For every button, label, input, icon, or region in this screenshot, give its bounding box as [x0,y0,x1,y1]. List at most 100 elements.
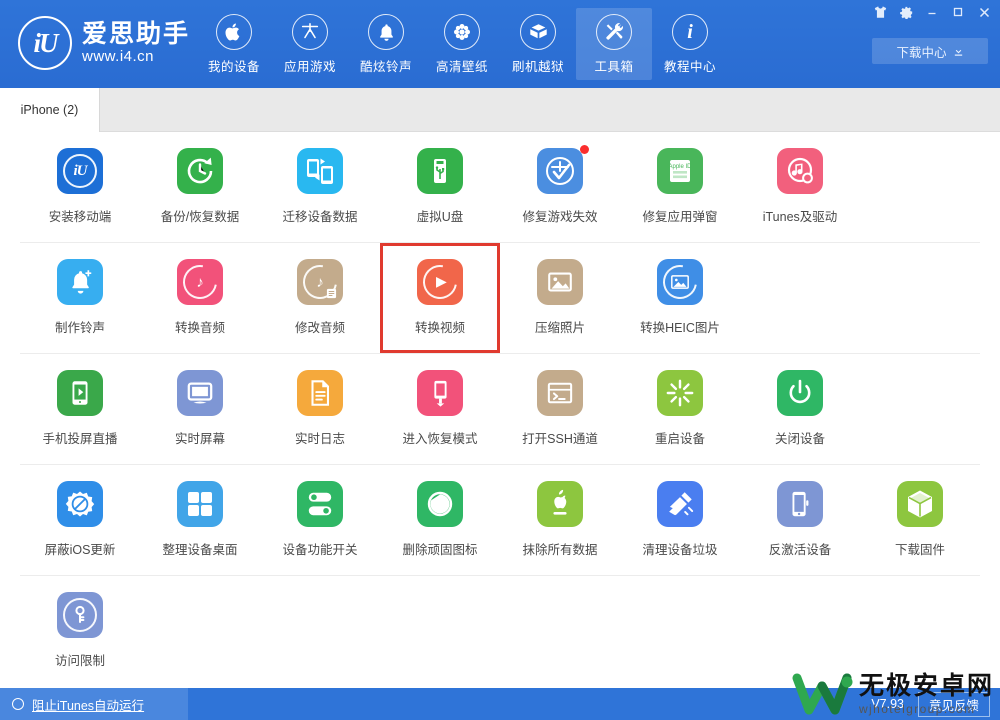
tool-label: 实时屏幕 [174,432,225,446]
status-bar-right: V7.93 意见反馈 [871,691,1000,717]
live-screen-icon [177,370,223,416]
flower-icon [444,14,480,50]
tool-edit-audio[interactable]: ♪ 修改音频 [260,243,380,353]
radio-icon [12,698,24,710]
convert-audio-icon: ♪ [176,258,224,306]
nav-item-my-device[interactable]: 我的设备 [196,8,272,80]
tab-iphone[interactable]: iPhone (2) [0,88,100,132]
nav-item-ringtones[interactable]: 酷炫铃声 [348,8,424,80]
tool-deactivate-device[interactable]: 反激活设备 [740,465,860,575]
tool-label: 抹除所有数据 [522,543,598,557]
tool-label: 访问限制 [54,654,105,668]
tool-install-mobile-client[interactable]: iU 安装移动端 [20,132,140,242]
status-bar: 阻止iTunes自动运行 V7.93 意见反馈 [0,688,1000,720]
appstore-icon [292,14,328,50]
tool-convert-audio[interactable]: ♪ 转换音频 [140,243,260,353]
tool-fix-game-failure[interactable]: 修复游戏失效 [500,132,620,242]
tool-label: 重启设备 [654,432,705,446]
toolbox-row: 访问限制 [20,576,980,686]
deactivate-icon [777,481,823,527]
tool-compress-photo[interactable]: 压缩照片 [500,243,620,353]
tool-open-ssh-tunnel[interactable]: 打开SSH通道 [500,354,620,464]
tool-erase-all-data[interactable]: 抹除所有数据 [500,465,620,575]
block-ios-update-icon [57,481,103,527]
app-logo: iU 爱思助手 www.i4.cn [18,16,190,70]
toolbox-row: 手机投屏直播 实时屏幕 实时日志 进入恢复模式 打开SSH通道 重启设备 关闭设… [20,354,980,465]
minimize-icon[interactable] [922,2,942,22]
tool-clean-device-junk[interactable]: 清理设备垃圾 [620,465,740,575]
tool-enter-recovery-mode[interactable]: 进入恢复模式 [380,354,500,464]
tool-live-screen[interactable]: 实时屏幕 [140,354,260,464]
tool-download-firmware[interactable]: 下载固件 [860,465,980,575]
settings-gear-icon[interactable] [896,2,916,22]
maximize-icon[interactable] [948,2,968,22]
main-navigation: 我的设备 应用游戏 酷炫铃声 高清壁纸 刷机越狱 工具箱 i 教程中心 [196,8,728,80]
tool-label: 反激活设备 [768,543,832,557]
toolbox-grid: iU 安装移动端 备份/恢复数据 迁移设备数据 虚拟U盘 修复游戏失效 Appl… [0,132,1000,688]
nav-item-flash-jailbreak[interactable]: 刷机越狱 [500,8,576,80]
clean-junk-icon [657,481,703,527]
tool-backup-restore[interactable]: 备份/恢复数据 [140,132,260,242]
logo-mark-icon: iU [18,16,72,70]
skin-icon[interactable] [870,2,890,22]
nav-item-apps-games[interactable]: 应用游戏 [272,8,348,80]
tool-block-ios-update[interactable]: 屏蔽iOS更新 [20,465,140,575]
tool-convert-heic[interactable]: 转换HEIC图片 [620,243,740,353]
recovery-mode-icon [417,370,463,416]
nav-label: 我的设备 [207,60,260,74]
tool-virtual-usb-drive[interactable]: 虚拟U盘 [380,132,500,242]
tool-device-feature-toggle[interactable]: 设备功能开关 [260,465,380,575]
tool-migrate-device-data[interactable]: 迁移设备数据 [260,132,380,242]
nav-item-toolbox[interactable]: 工具箱 [576,8,652,80]
restart-device-icon [657,370,703,416]
download-center-button[interactable]: 下载中心 [872,38,988,64]
tool-arrange-desktop[interactable]: 整理设备桌面 [140,465,260,575]
tool-convert-video[interactable]: ▶ 转换视频 [380,243,500,353]
convert-video-icon: ▶ [416,258,464,306]
tool-fix-app-popup[interactable]: Apple ID 修复应用弹窗 [620,132,740,242]
nav-label: 高清壁纸 [435,60,488,74]
tool-label: 下载固件 [894,543,945,557]
nav-item-tutorials[interactable]: i 教程中心 [652,8,728,80]
download-center-label: 下载中心 [896,45,947,60]
bell-icon [368,14,404,50]
toolbox-row: iU 安装移动端 备份/恢复数据 迁移设备数据 虚拟U盘 修复游戏失效 Appl… [20,132,980,243]
tool-label: 打开SSH通道 [522,432,598,446]
feature-toggle-icon [297,481,343,527]
access-restrict-icon [57,592,103,638]
apple-icon [216,14,252,50]
svg-text:Apple ID: Apple ID [668,164,692,170]
tool-label: 整理设备桌面 [162,543,238,557]
tool-label: 清理设备垃圾 [642,543,718,557]
tool-itunes-driver[interactable]: iTunes及驱动 [740,132,860,242]
backup-restore-icon [177,148,223,194]
itunes-driver-icon [777,148,823,194]
arrange-desktop-icon [177,481,223,527]
tool-label: 压缩照片 [534,321,585,335]
nav-label: 酷炫铃声 [359,60,412,74]
tool-access-restriction[interactable]: 访问限制 [20,576,140,686]
tool-label: 修复应用弹窗 [642,210,718,224]
tool-label: 手机投屏直播 [42,432,118,446]
convert-heic-icon [656,258,704,306]
tool-live-log[interactable]: 实时日志 [260,354,380,464]
tool-label: 关闭设备 [774,432,825,446]
app-header: iU 爱思助手 www.i4.cn 我的设备 应用游戏 酷炫铃声 高清壁纸 刷机… [0,0,1000,88]
nav-label: 教程中心 [663,60,716,74]
edit-audio-icon: ♪ [296,258,344,306]
tool-restart-device[interactable]: 重启设备 [620,354,740,464]
version-label: V7.93 [871,697,904,711]
nav-item-wallpapers[interactable]: 高清壁纸 [424,8,500,80]
tool-label: 转换音频 [174,321,225,335]
tool-make-ringtone[interactable]: 制作铃声 [20,243,140,353]
tool-remove-stubborn-icon[interactable]: 删除顽固图标 [380,465,500,575]
make-ringtone-icon [57,259,103,305]
tool-screen-cast-live[interactable]: 手机投屏直播 [20,354,140,464]
tool-label: 进入恢复模式 [402,432,478,446]
block-itunes-toggle[interactable]: 阻止iTunes自动运行 [0,688,188,720]
tool-shutdown-device[interactable]: 关闭设备 [740,354,860,464]
usb-drive-icon [417,148,463,194]
logo-title: 爱思助手 [82,19,191,48]
feedback-button[interactable]: 意见反馈 [917,691,990,717]
close-icon[interactable] [974,2,994,22]
